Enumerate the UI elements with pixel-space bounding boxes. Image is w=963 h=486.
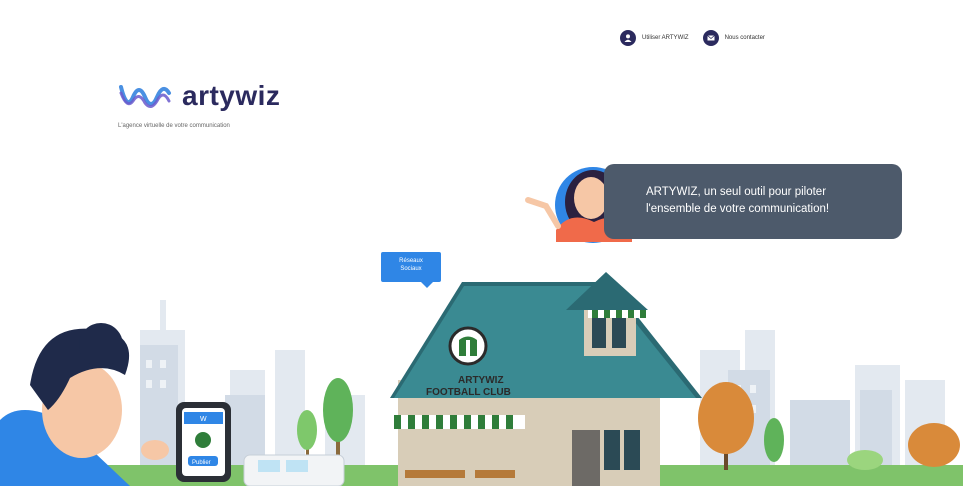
football-club-house: ARTYWIZ FOOTBALL CLUB [390,272,702,486]
club-sign-line2: FOOTBALL CLUB [426,387,511,398]
speech-bubble-line2: l'ensemble de votre communication! [646,202,830,215]
city-illustration: ARTYWIZ FOOTBALL CLUB W Publier [0,167,963,486]
social-networks-tag[interactable]: Réseaux Sociaux [381,252,441,288]
phone-publish-button: Publier [192,460,211,466]
phone-header-text: W [200,416,207,423]
club-sign-line1: ARTYWIZ [458,375,504,386]
tag-line1: Réseaux [399,258,423,264]
van [243,454,345,486]
speech-bubble: ARTYWIZ, un seul outil pour piloter l'en… [604,164,902,239]
phone: W Publier [176,402,231,482]
tag-line2: Sociaux [400,265,422,272]
speech-bubble-line1: ARTYWIZ, un seul outil pour piloter [646,186,827,198]
